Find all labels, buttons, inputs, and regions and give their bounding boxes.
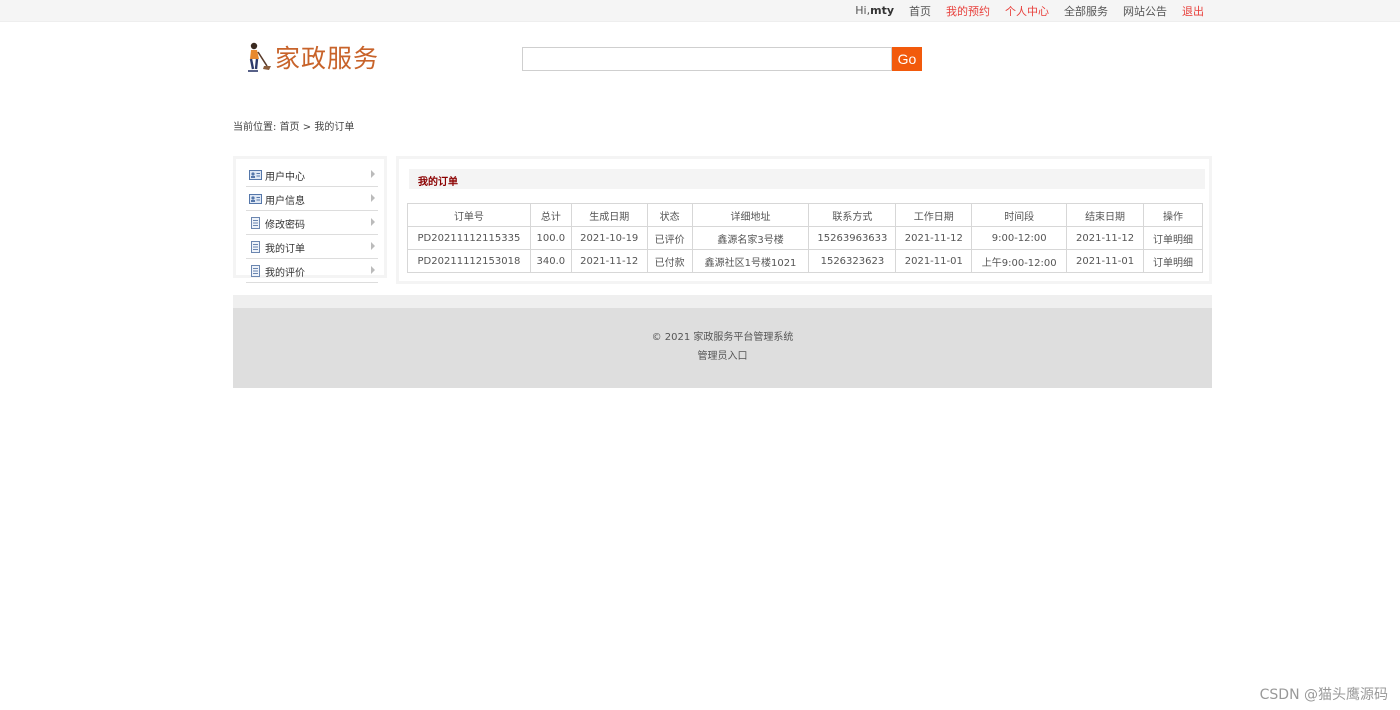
- nav-home-link[interactable]: 首页: [909, 3, 931, 19]
- top-nav: Hi,mty 首页 我的预约 个人中心 全部服务 网站公告 退出: [855, 0, 1204, 21]
- document-icon: [251, 265, 260, 277]
- end-date-cell: 2021-11-01: [1066, 249, 1145, 273]
- sidebar-item-user-info[interactable]: 用户信息: [246, 188, 378, 211]
- order-detail-link[interactable]: 订单明细: [1143, 249, 1203, 273]
- nav-announcements-link[interactable]: 网站公告: [1123, 3, 1167, 19]
- nav-personal-center-link[interactable]: 个人中心: [1005, 3, 1049, 19]
- document-icon: [251, 241, 260, 253]
- column-header-work-date: 工作日期: [895, 203, 973, 227]
- end-date-cell: 2021-11-12: [1066, 226, 1145, 250]
- orders-table: 订单号 总计 生成日期 状态 详细地址 联系方式 工作日期 时间段 结束日期 操…: [407, 203, 1203, 273]
- breadcrumb-separator: >: [302, 122, 312, 133]
- column-header-status: 状态: [646, 203, 693, 227]
- search-bar: Go: [522, 47, 922, 71]
- user-card-icon: [249, 194, 262, 204]
- table-row: PD20211112153018 340.0 2021-11-12 已付款 鑫源…: [407, 249, 1203, 273]
- logo-title: 家政服务: [275, 44, 380, 73]
- sidebar-item-change-password[interactable]: 修改密码: [246, 212, 378, 235]
- sidebar-item-label: 用户信息: [265, 195, 305, 207]
- sidebar-item-label: 用户中心: [265, 171, 305, 183]
- sidebar-item-my-orders[interactable]: 我的订单: [246, 236, 378, 259]
- copyright-symbol: ©: [651, 332, 662, 343]
- created-date-cell: 2021-10-19: [570, 226, 648, 250]
- created-date-cell: 2021-11-12: [570, 249, 648, 273]
- sidebar-item-label: 我的订单: [265, 243, 305, 255]
- order-no-cell: PD20211112115335: [407, 226, 531, 250]
- breadcrumb: 当前位置: 首页 > 我的订单: [233, 118, 354, 133]
- order-detail-link[interactable]: 订单明细: [1143, 226, 1203, 250]
- main-panel: 我的订单 订单号 总计 生成日期 状态 详细地址 联系方式 工作日期 时间段 结…: [396, 156, 1212, 284]
- chevron-right-icon: [371, 194, 375, 202]
- column-header-total: 总计: [529, 203, 572, 227]
- chevron-right-icon: [371, 266, 375, 274]
- contact-cell: 1526323623: [808, 249, 897, 273]
- document-icon: [251, 217, 260, 229]
- page-title: 我的订单: [418, 177, 458, 188]
- status-cell: 已评价: [646, 226, 693, 250]
- main-panel-inner: 我的订单 订单号 总计 生成日期 状态 详细地址 联系方式 工作日期 时间段 结…: [399, 159, 1209, 281]
- sidebar-item-label: 修改密码: [265, 219, 305, 231]
- total-cell: 340.0: [529, 249, 572, 273]
- chevron-right-icon: [371, 242, 375, 250]
- breadcrumb-home-link[interactable]: 首页: [280, 122, 300, 133]
- footer-divider: [233, 295, 1212, 308]
- column-header-time-slot: 时间段: [971, 203, 1068, 227]
- sidebar-item-my-reviews[interactable]: 我的评价: [246, 260, 378, 283]
- housekeeper-icon: [248, 42, 271, 72]
- address-cell: 鑫源社区1号楼1021: [691, 249, 810, 273]
- work-date-cell: 2021-11-12: [895, 226, 973, 250]
- admin-entry: 管理员入口: [233, 347, 1212, 362]
- table-header-row: 订单号 总计 生成日期 状态 详细地址 联系方式 工作日期 时间段 结束日期 操…: [407, 203, 1203, 227]
- chevron-right-icon: [371, 218, 375, 226]
- watermark: CSDN @猫头鹰源码: [1259, 687, 1388, 703]
- panel-header: 我的订单: [409, 169, 1205, 189]
- logout-link[interactable]: 退出: [1182, 3, 1204, 19]
- address-cell: 鑫源名家3号楼: [691, 226, 810, 250]
- order-no-cell: PD20211112153018: [407, 249, 531, 273]
- footer: © 2021 家政服务平台管理系统 管理员入口: [233, 308, 1212, 388]
- chevron-right-icon: [371, 170, 375, 178]
- time-slot-cell: 9:00-12:00: [971, 226, 1068, 250]
- user-card-icon: [249, 170, 262, 180]
- breadcrumb-current: 我的订单: [314, 122, 355, 133]
- column-header-created-date: 生成日期: [570, 203, 648, 227]
- work-date-cell: 2021-11-01: [895, 249, 973, 273]
- time-slot-cell: 上午9:00-12:00: [971, 249, 1068, 273]
- column-header-address: 详细地址: [691, 203, 810, 227]
- nav-all-services-link[interactable]: 全部服务: [1064, 3, 1108, 19]
- breadcrumb-prefix: 当前位置:: [233, 122, 277, 133]
- search-go-button[interactable]: Go: [892, 47, 922, 71]
- top-bar: Hi,mty 首页 我的预约 个人中心 全部服务 网站公告 退出: [0, 0, 1400, 22]
- column-header-end-date: 结束日期: [1066, 203, 1145, 227]
- copyright: © 2021 家政服务平台管理系统: [233, 328, 1212, 343]
- column-header-order-no: 订单号: [407, 203, 531, 227]
- username: mty: [870, 4, 894, 17]
- column-header-contact: 联系方式: [808, 203, 897, 227]
- table-row: PD20211112115335 100.0 2021-10-19 已评价 鑫源…: [407, 226, 1203, 250]
- sidebar-menu: 用户中心 用户信息 修改密码 我的订单 我的评价: [236, 159, 384, 283]
- copyright-text: 2021 家政服务平台管理系统: [664, 332, 794, 343]
- greeting-prefix: Hi,: [855, 4, 871, 17]
- column-header-action: 操作: [1143, 203, 1203, 227]
- sidebar-item-user-center[interactable]: 用户中心: [246, 164, 378, 187]
- user-greeting: Hi,mty: [855, 4, 894, 17]
- admin-entry-link[interactable]: 管理员入口: [698, 351, 748, 362]
- total-cell: 100.0: [529, 226, 572, 250]
- site-logo[interactable]: 家政服务: [242, 40, 379, 74]
- status-cell: 已付款: [646, 249, 693, 273]
- contact-cell: 15263963633: [808, 226, 897, 250]
- sidebar: 用户中心 用户信息 修改密码 我的订单 我的评价: [233, 156, 387, 283]
- nav-my-bookings-link[interactable]: 我的预约: [946, 3, 990, 19]
- search-input[interactable]: [522, 47, 892, 71]
- sidebar-item-label: 我的评价: [265, 267, 305, 279]
